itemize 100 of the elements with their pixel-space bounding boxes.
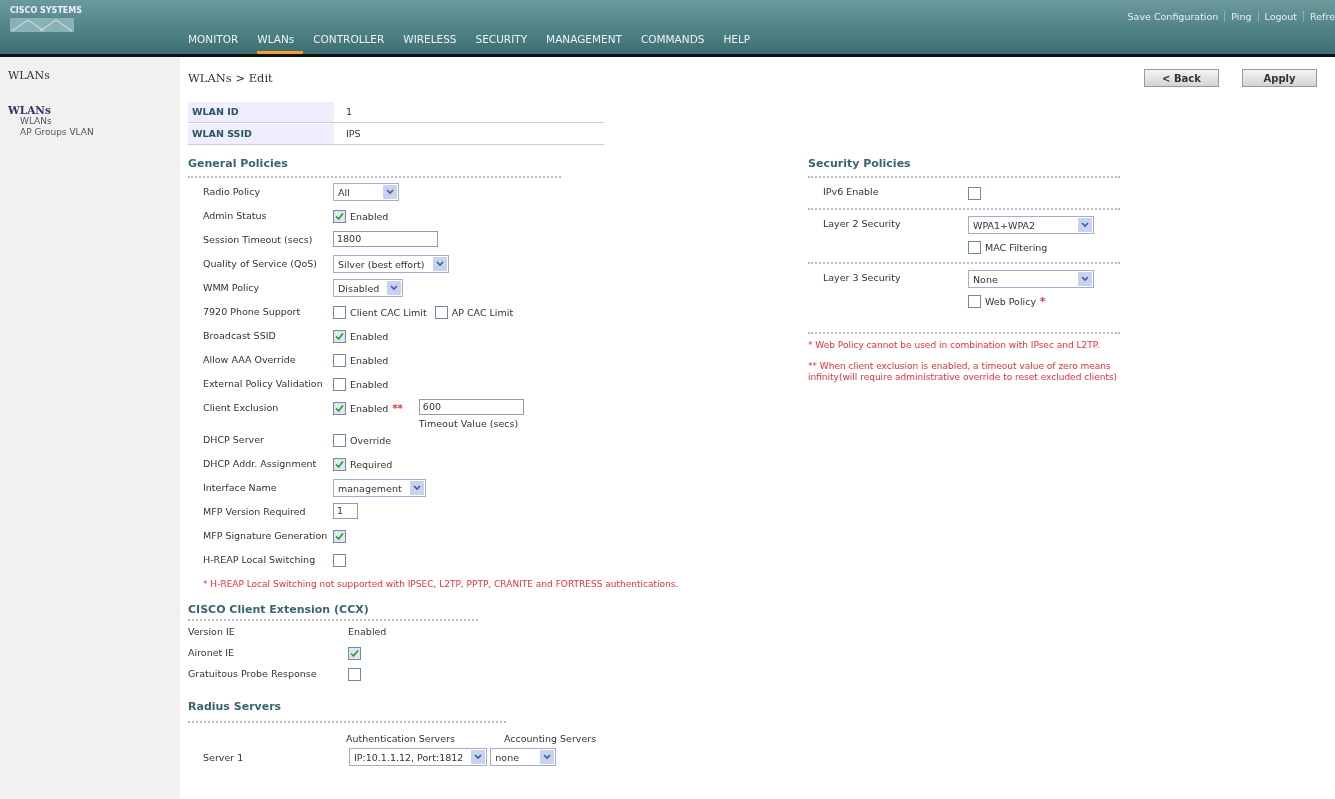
- field-label: WMM Policy: [203, 281, 261, 293]
- field-label: Gratuitous Probe Response: [188, 667, 318, 681]
- checkbox-label: Enabled: [350, 401, 389, 414]
- checkbox-label: Enabled: [350, 377, 389, 390]
- field-label: Admin Status: [203, 209, 268, 221]
- nav-tab[interactable]: CONTROLLER: [313, 33, 394, 54]
- chevron-down-icon[interactable]: [409, 481, 424, 495]
- footnote: * Web Policy cannot be used in combination with IPsec and L2TP.: [808, 340, 1101, 351]
- field-label: MFP Signature Generation: [203, 529, 329, 541]
- sidebar-item[interactable]: WLANs: [20, 116, 52, 127]
- chevron-down-icon[interactable]: [387, 281, 402, 295]
- sidebar-item[interactable]: AP Groups VLAN: [20, 127, 94, 138]
- chevron-down-icon[interactable]: [540, 750, 555, 764]
- dropdown[interactable]: IP:10.1.1.12, Port:1812: [349, 748, 488, 766]
- checkbox[interactable]: [333, 458, 346, 471]
- chevron-down-icon[interactable]: [1078, 272, 1092, 286]
- checkbox-label: Web Policy: [985, 294, 1037, 307]
- checkbox[interactable]: [348, 668, 361, 681]
- chevron-down-icon[interactable]: [471, 750, 486, 764]
- field-label: Layer 2 Security: [822, 217, 902, 231]
- field-label: Quality of Service (QoS): [203, 257, 318, 269]
- page-title: WLANs > Edit: [188, 71, 273, 85]
- chevron-down-icon[interactable]: [383, 185, 397, 199]
- column-header: Authentication Servers: [346, 733, 456, 744]
- field-label: MFP Version Required: [203, 505, 307, 517]
- checkbox-label: Required: [350, 457, 393, 470]
- sidebar-title: WLANs: [8, 69, 50, 82]
- dropdown[interactable]: none: [490, 748, 557, 766]
- field-value: Enabled: [348, 625, 387, 637]
- checkbox[interactable]: [968, 295, 981, 308]
- nav-tab[interactable]: SECURITY: [475, 33, 537, 54]
- field-label: Radio Policy: [203, 185, 262, 197]
- nav-tab[interactable]: MANAGEMENT: [546, 33, 631, 54]
- field-label: Aironet IE: [188, 646, 236, 660]
- logo-text: CISCO SYSTEMS: [10, 6, 84, 15]
- field-label: Layer 3 Security: [822, 271, 902, 285]
- nav-tab[interactable]: HELP: [723, 33, 760, 54]
- input-field[interactable]: 1: [333, 503, 358, 519]
- field-label: Version IE: [188, 625, 236, 639]
- checkbox[interactable]: [333, 554, 346, 567]
- checkbox[interactable]: [333, 402, 346, 415]
- checkbox[interactable]: [968, 241, 981, 254]
- field-label: Broadcast SSID: [203, 329, 277, 341]
- checkbox-label: Enabled: [350, 329, 389, 342]
- field-label: Client Exclusion: [203, 401, 280, 413]
- field-hint: Timeout Value (secs): [418, 418, 520, 429]
- chevron-down-icon[interactable]: [1078, 218, 1092, 232]
- nav-tab[interactable]: WLANs: [257, 33, 304, 54]
- action-button[interactable]: Apply: [1242, 69, 1317, 87]
- field-label: WLAN SSID: [188, 123, 334, 144]
- field-value: IPS: [346, 128, 361, 139]
- nav-tab[interactable]: MONITOR: [188, 33, 248, 54]
- chevron-down-icon[interactable]: [432, 257, 447, 271]
- section-title: Security Policies: [808, 157, 1120, 178]
- checkbox-label: Enabled: [350, 209, 389, 222]
- checkbox[interactable]: [333, 306, 346, 319]
- dropdown[interactable]: WPA1+WPA2: [968, 216, 1094, 234]
- checkbox[interactable]: [333, 210, 346, 223]
- checkbox[interactable]: [333, 354, 346, 367]
- checkbox[interactable]: [333, 530, 346, 543]
- field-label: H-REAP Local Switching: [203, 553, 317, 565]
- checkbox-label: AP CAC Limit: [451, 305, 514, 318]
- action-button[interactable]: < Back: [1144, 69, 1219, 87]
- bridge-logo-icon: [10, 18, 74, 32]
- checkbox-label: Enabled: [350, 353, 389, 366]
- field-label: WLAN ID: [188, 101, 334, 122]
- checkbox-label: Client CAC Limit: [350, 305, 427, 318]
- column-header: Accounting Servers: [504, 733, 597, 744]
- dropdown[interactable]: None: [968, 270, 1094, 288]
- nav-tab[interactable]: WIRELESS: [403, 33, 466, 54]
- checkbox[interactable]: [434, 306, 448, 319]
- nav-tab[interactable]: COMMANDS: [640, 33, 714, 54]
- checkbox[interactable]: [333, 330, 346, 343]
- checkbox-label: MAC Filtering: [985, 240, 1048, 253]
- field-label: DHCP Addr. Assignment: [203, 457, 318, 469]
- field-label: Server 1: [202, 751, 245, 763]
- field-label: Allow AAA Override: [203, 353, 297, 365]
- sidebar-section[interactable]: WLANs: [8, 104, 51, 116]
- dropdown[interactable]: Silver (best effort): [333, 255, 449, 273]
- field-label: 7920 Phone Support: [203, 305, 302, 317]
- section-title: Radius Servers: [188, 700, 506, 723]
- section-title: CISCO Client Extension (CCX): [188, 603, 478, 621]
- section-title: General Policies: [188, 157, 561, 178]
- checkbox[interactable]: [333, 434, 346, 447]
- dropdown[interactable]: Disabled: [333, 279, 404, 297]
- dropdown[interactable]: All: [333, 183, 399, 201]
- input-field[interactable]: 1800: [333, 231, 438, 247]
- footnote: ** When client exclusion is enabled, a timeout value of zero means infinity(will require administrative override to reset excluded clients): [808, 361, 1118, 383]
- input-field[interactable]: 600: [418, 399, 524, 415]
- checkbox[interactable]: [348, 647, 361, 660]
- checkbox[interactable]: [333, 378, 346, 391]
- footnote: * H-REAP Local Switching not supported with IPSEC, L2TP, PPTP, CRANITE and FORTRESS authentications.: [203, 579, 680, 589]
- checkbox[interactable]: [968, 187, 981, 200]
- dropdown[interactable]: management: [333, 479, 426, 497]
- field-value: 1: [346, 106, 353, 117]
- footnote-mark: **: [392, 401, 403, 414]
- footnote-mark: *: [1040, 294, 1046, 307]
- checkbox-label: Override: [350, 433, 392, 446]
- field-label: Interface Name: [203, 481, 278, 493]
- field-label: External Policy Validation: [203, 377, 324, 389]
